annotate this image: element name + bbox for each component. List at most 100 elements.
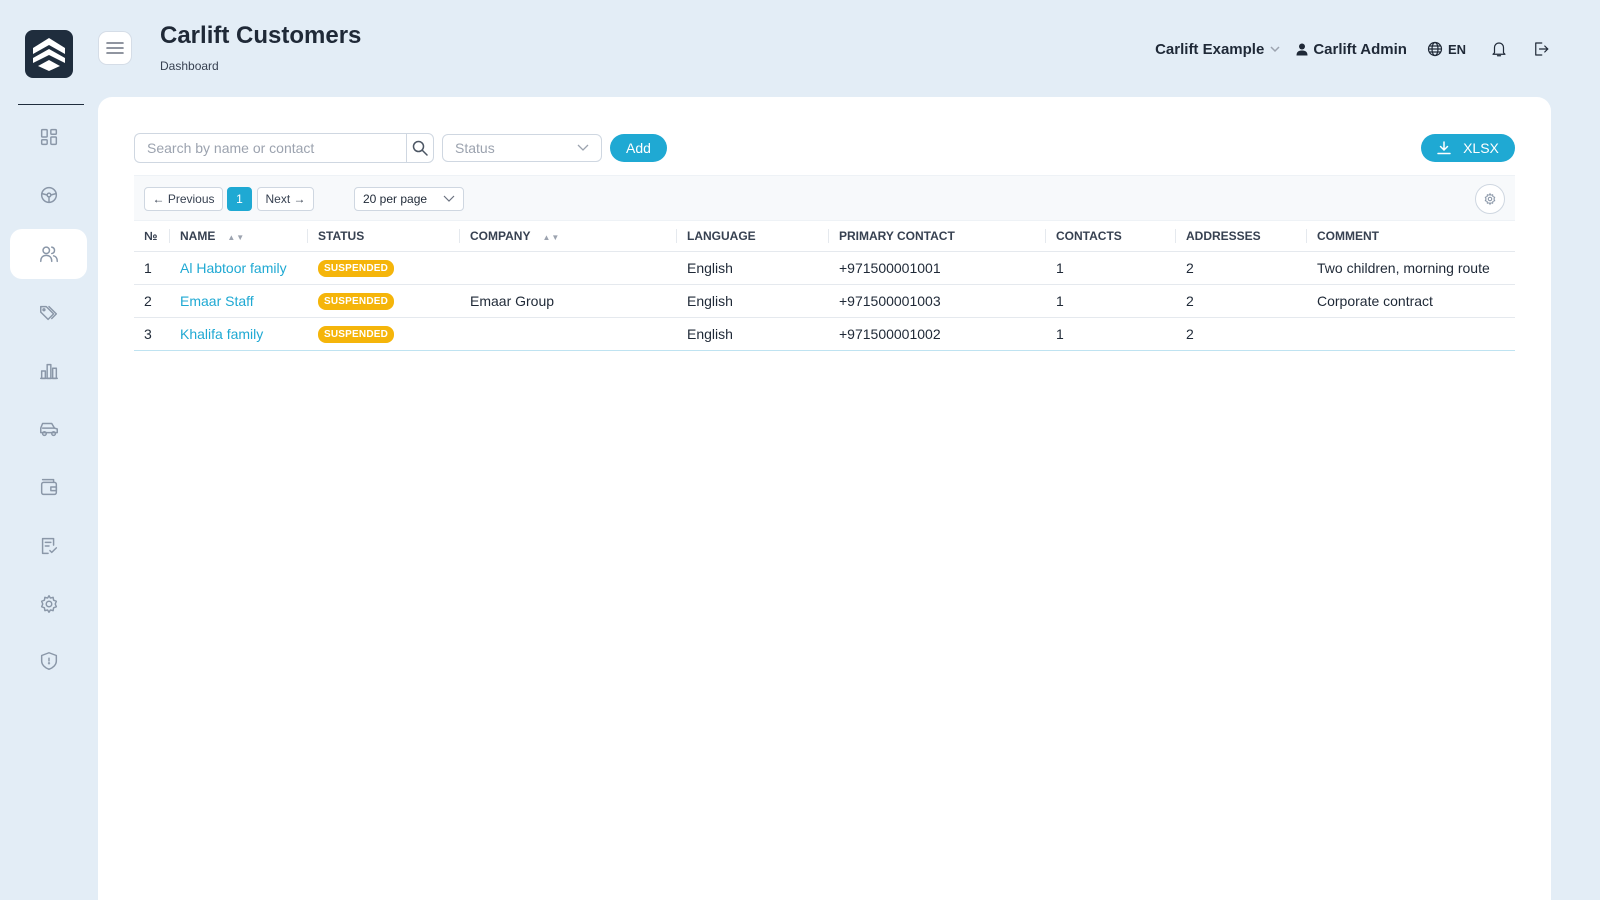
table-row[interactable]: 1 Al Habtoor family SUSPENDED English +9… (134, 251, 1515, 285)
next-page-button[interactable]: Next → (257, 187, 314, 211)
column-header-primary-contact: PRIMARY CONTACT (829, 221, 1046, 252)
tags-icon (39, 305, 57, 321)
breadcrumb[interactable]: Dashboard (160, 59, 219, 73)
gear-icon (40, 595, 57, 613)
user-name: Carlift Admin (1313, 40, 1407, 58)
company-cell: Emaar Group (460, 284, 677, 318)
sidebar (0, 0, 96, 900)
customer-name-link[interactable]: Emaar Staff (180, 293, 254, 309)
sidebar-item-drivers[interactable] (10, 170, 87, 220)
hamburger-icon (106, 42, 124, 54)
column-header-name[interactable]: NAME ▲▼ (170, 221, 308, 252)
dashboard-icon (40, 128, 57, 146)
app-logo[interactable] (25, 30, 73, 78)
row-number: 1 (134, 251, 170, 285)
column-header-language: LANGUAGE (677, 221, 829, 252)
table-settings-button[interactable] (1475, 184, 1505, 214)
sidebar-item-customers[interactable] (10, 229, 87, 279)
bell-icon (1492, 42, 1506, 57)
main-card: Status Add XLSX ← Previous 1 Next → 20 p… (98, 97, 1551, 900)
column-header-company[interactable]: COMPANY ▲▼ (460, 221, 677, 252)
logo-icon (33, 38, 65, 71)
car-icon (39, 422, 58, 437)
previous-page-button[interactable]: ← Previous (144, 187, 223, 211)
status-badge: SUSPENDED (318, 326, 395, 343)
status-badge: SUSPENDED (318, 260, 395, 277)
sort-icon[interactable]: ▲▼ (227, 233, 245, 242)
status-cell: SUSPENDED (308, 251, 460, 285)
sidebar-item-vehicles[interactable] (10, 404, 87, 454)
contacts-cell: 1 (1046, 284, 1176, 318)
page-1-button[interactable]: 1 (227, 187, 252, 211)
notifications-button[interactable] (1490, 40, 1508, 58)
page-title: Carlift Customers (160, 22, 362, 49)
export-xlsx-label: XLSX (1463, 140, 1499, 156)
per-page-value: 20 per page (363, 192, 428, 206)
primary-contact-cell: +971500001002 (829, 317, 1046, 351)
wallet-icon (40, 478, 57, 496)
add-customer-button[interactable]: Add (610, 134, 667, 162)
per-page-select[interactable]: 20 per page (354, 187, 464, 211)
addresses-cell: 2 (1176, 284, 1307, 318)
gear-icon (1484, 192, 1496, 206)
sidebar-item-tasks[interactable] (10, 521, 87, 571)
sort-icon[interactable]: ▲▼ (542, 233, 560, 242)
primary-contact-cell: +971500001001 (829, 251, 1046, 285)
table-header-row: № NAME ▲▼ STATUS COMPANY ▲▼ LANGUAGE PRIMA… (134, 221, 1515, 252)
users-icon (39, 246, 58, 263)
search-button[interactable] (406, 133, 434, 163)
sidebar-item-reports[interactable] (10, 346, 87, 396)
user-menu[interactable]: Carlift Admin (1296, 41, 1407, 58)
globe-icon (1427, 41, 1443, 57)
sidebar-item-security[interactable] (10, 636, 87, 686)
column-header-addresses: ADDRESSES (1176, 221, 1307, 252)
sidebar-item-dashboard[interactable] (10, 112, 87, 162)
company-selector[interactable]: Carlift Example (1155, 41, 1280, 58)
user-icon (1296, 43, 1308, 55)
comment-cell: Two children, morning route (1307, 251, 1515, 285)
table-row[interactable]: 3 Khalifa family SUSPENDED English +9715… (134, 317, 1515, 351)
download-icon (1437, 141, 1451, 155)
pagination-bar: ← Previous 1 Next → 20 per page (134, 175, 1515, 221)
customers-table: № NAME ▲▼ STATUS COMPANY ▲▼ LANGUAGE PRIMA… (134, 221, 1515, 351)
language-cell: English (677, 317, 829, 351)
chevron-down-icon (443, 195, 455, 202)
language-selector[interactable]: EN (1427, 41, 1466, 57)
customer-name-cell: Emaar Staff (170, 284, 308, 318)
column-header-status: STATUS (308, 221, 460, 252)
checklist-icon (41, 537, 57, 555)
addresses-cell: 2 (1176, 317, 1307, 351)
row-number: 3 (134, 317, 170, 351)
customer-name-cell: Khalifa family (170, 317, 308, 351)
table-row[interactable]: 2 Emaar Staff SUSPENDED Emaar Group Engl… (134, 284, 1515, 318)
search-input[interactable] (134, 133, 406, 163)
chevron-down-icon (577, 144, 589, 151)
comment-cell: Corporate contract (1307, 284, 1515, 318)
contacts-cell: 1 (1046, 251, 1176, 285)
customer-name-link[interactable]: Khalifa family (180, 326, 263, 342)
primary-contact-cell: +971500001003 (829, 284, 1046, 318)
row-number: 2 (134, 284, 170, 318)
logout-button[interactable] (1532, 40, 1550, 58)
sidebar-item-settings[interactable] (10, 579, 87, 629)
status-filter-select[interactable]: Status (442, 134, 602, 162)
topbar: Carlift Example Carlift Admin EN (1155, 38, 1550, 60)
status-cell: SUSPENDED (308, 284, 460, 318)
shield-icon (40, 652, 57, 670)
language-label: EN (1447, 41, 1466, 57)
search-icon (412, 140, 428, 156)
sidebar-item-tariffs[interactable] (10, 288, 87, 338)
customer-name-link[interactable]: Al Habtoor family (180, 260, 287, 276)
sidebar-divider (18, 104, 84, 105)
export-xlsx-button[interactable]: XLSX (1421, 134, 1515, 162)
addresses-cell: 2 (1176, 251, 1307, 285)
status-filter-placeholder: Status (455, 140, 495, 156)
menu-toggle-button[interactable] (98, 31, 132, 65)
language-cell: English (677, 284, 829, 318)
column-header-number: № (134, 221, 170, 252)
steering-wheel-icon (40, 186, 57, 204)
bar-chart-icon (39, 363, 58, 380)
status-cell: SUSPENDED (308, 317, 460, 351)
sidebar-item-billing[interactable] (10, 462, 87, 512)
logout-icon (1535, 42, 1549, 56)
